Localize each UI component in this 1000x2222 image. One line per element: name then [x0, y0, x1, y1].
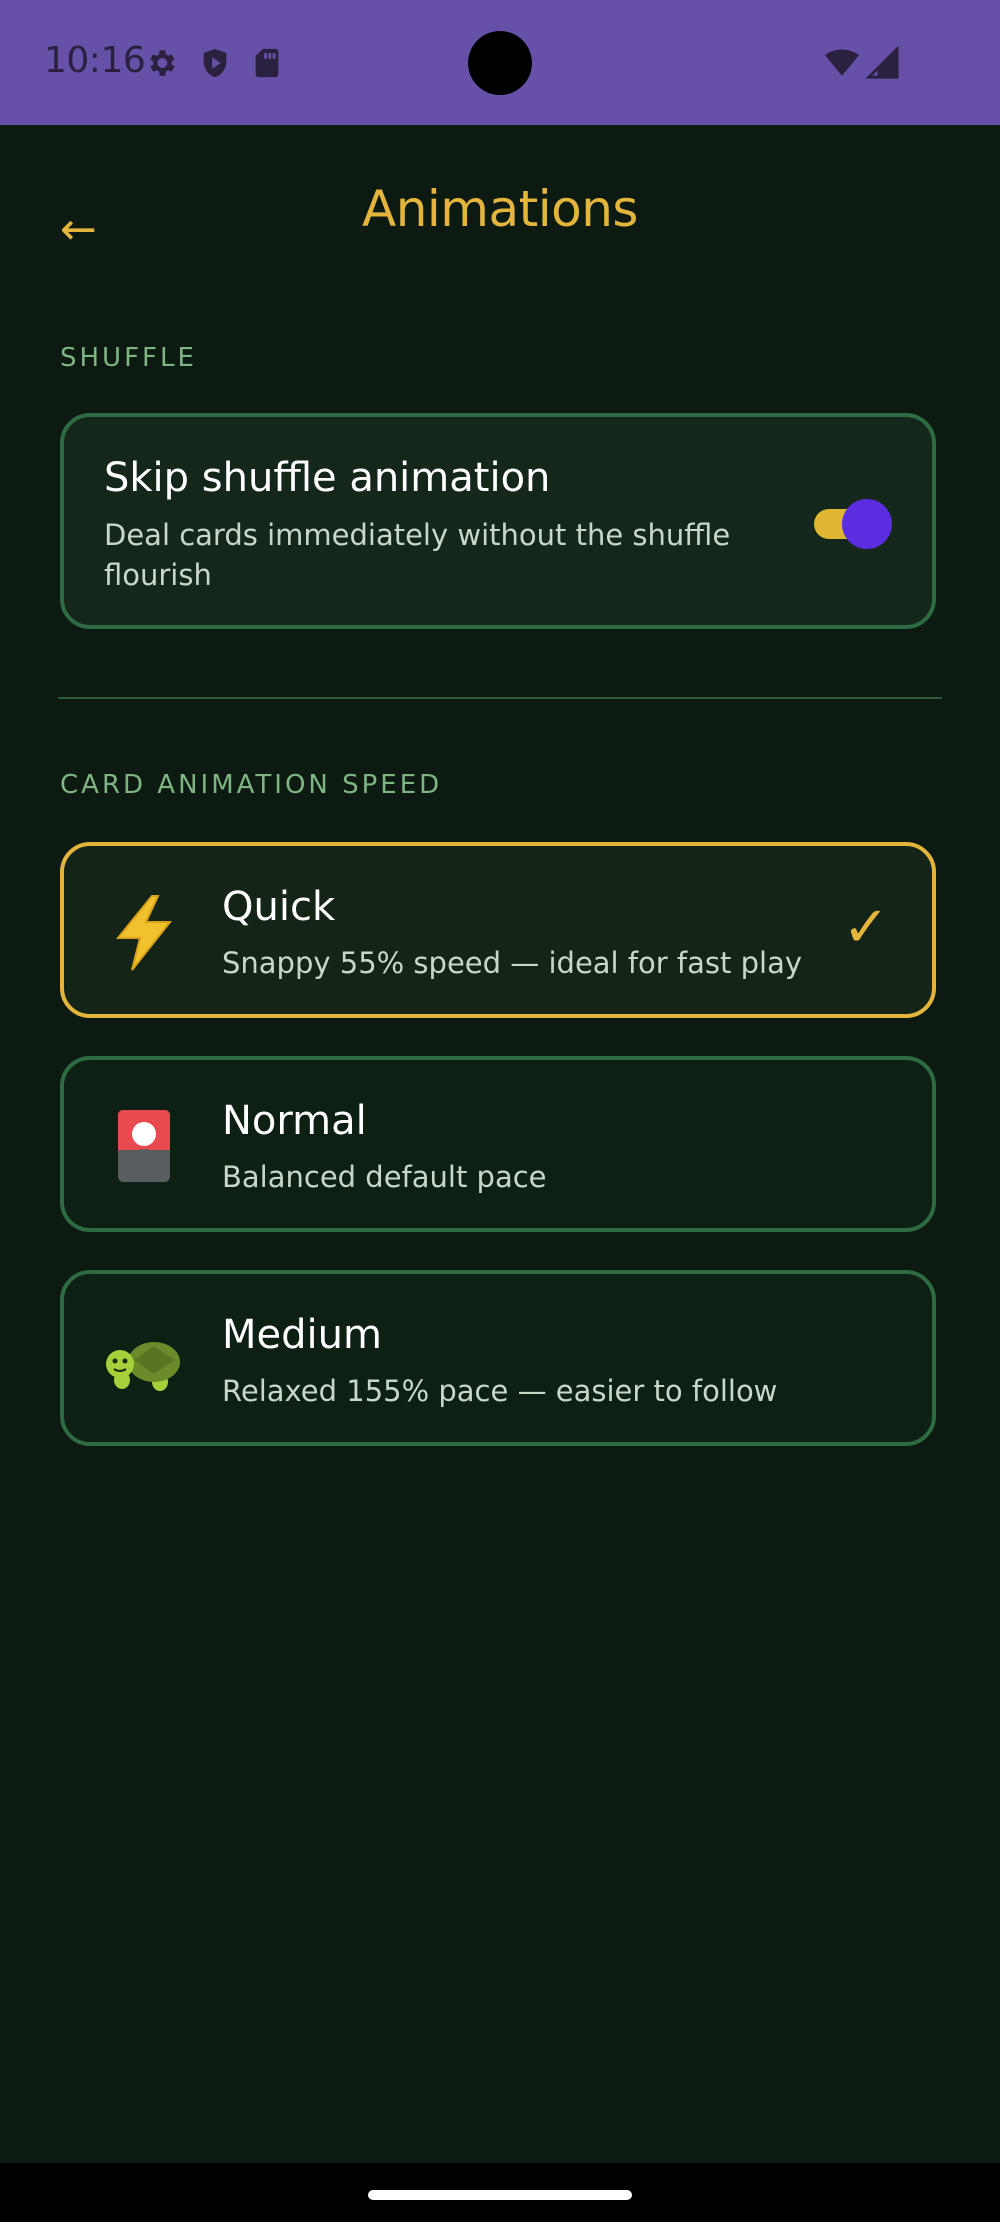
home-indicator[interactable] — [368, 2190, 632, 2200]
signal-icon — [866, 46, 899, 79]
option-title: Medium — [222, 1312, 382, 1358]
skip-shuffle-setting[interactable]: Skip shuffle animation Deal cards immedi… — [60, 413, 936, 629]
status-bar: 10:16 — [0, 0, 1000, 125]
speed-option-normal[interactable]: Normal Balanced default pace — [60, 1056, 936, 1232]
section-label-speed: CARD ANIMATION SPEED — [60, 770, 443, 800]
check-icon: ✓ — [842, 895, 890, 960]
camera-cutout — [468, 31, 532, 95]
section-divider — [58, 697, 942, 699]
shield-icon — [203, 48, 227, 78]
lightning-icon — [115, 895, 173, 971]
skip-shuffle-toggle[interactable] — [814, 495, 894, 551]
turtle-icon — [106, 1342, 180, 1391]
speed-option-medium[interactable]: Medium Relaxed 155% pace — easier to fol… — [60, 1270, 936, 1446]
option-title: Normal — [222, 1098, 367, 1144]
gear-icon — [150, 50, 175, 76]
page-title: Animations — [362, 180, 638, 238]
toggle-thumb — [842, 499, 892, 549]
skip-shuffle-description: Deal cards immediately without the shuff… — [104, 518, 731, 592]
option-description: Relaxed 155% pace — easier to follow — [222, 1374, 778, 1408]
option-title: Quick — [222, 884, 336, 930]
section-label-shuffle: SHUFFLE — [60, 343, 197, 373]
skip-shuffle-title: Skip shuffle animation — [104, 455, 551, 501]
card-icon — [118, 1110, 170, 1182]
option-description: Snappy 55% speed — ideal for fast play — [222, 946, 802, 980]
sd-card-icon — [255, 48, 279, 78]
speed-option-quick[interactable]: Quick Snappy 55% speed — ideal for fast … — [60, 842, 936, 1018]
wifi-icon — [825, 49, 859, 76]
status-time: 10:16 — [44, 40, 146, 81]
option-description: Balanced default pace — [222, 1160, 547, 1194]
app-header: ← Animations — [0, 125, 1000, 305]
